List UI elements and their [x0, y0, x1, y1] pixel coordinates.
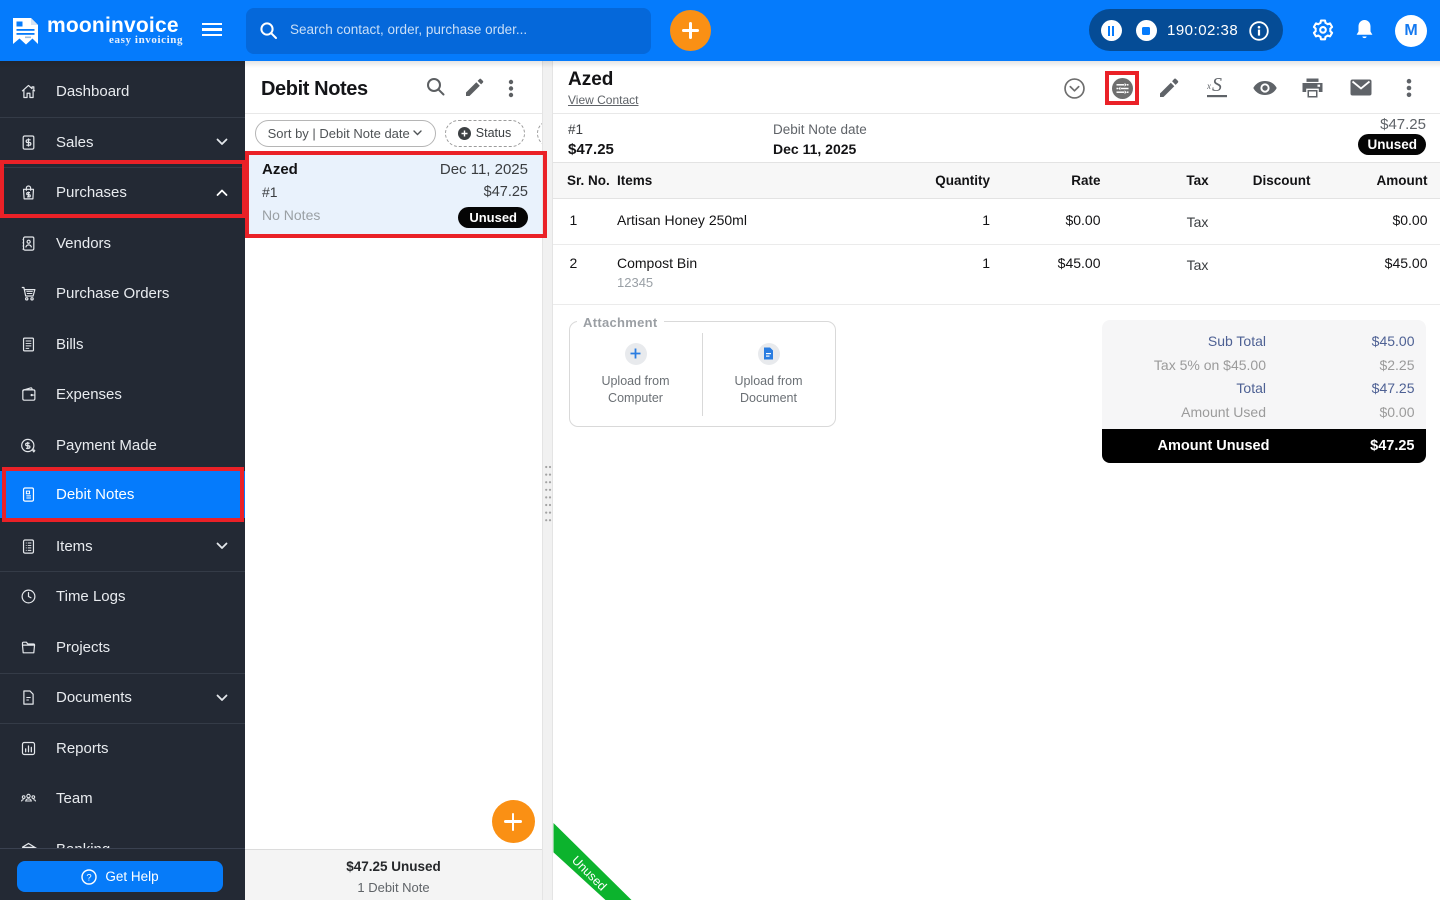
svg-text:S: S — [1212, 74, 1222, 96]
svg-text:?: ? — [87, 872, 92, 883]
svg-text:x: x — [1207, 81, 1211, 91]
